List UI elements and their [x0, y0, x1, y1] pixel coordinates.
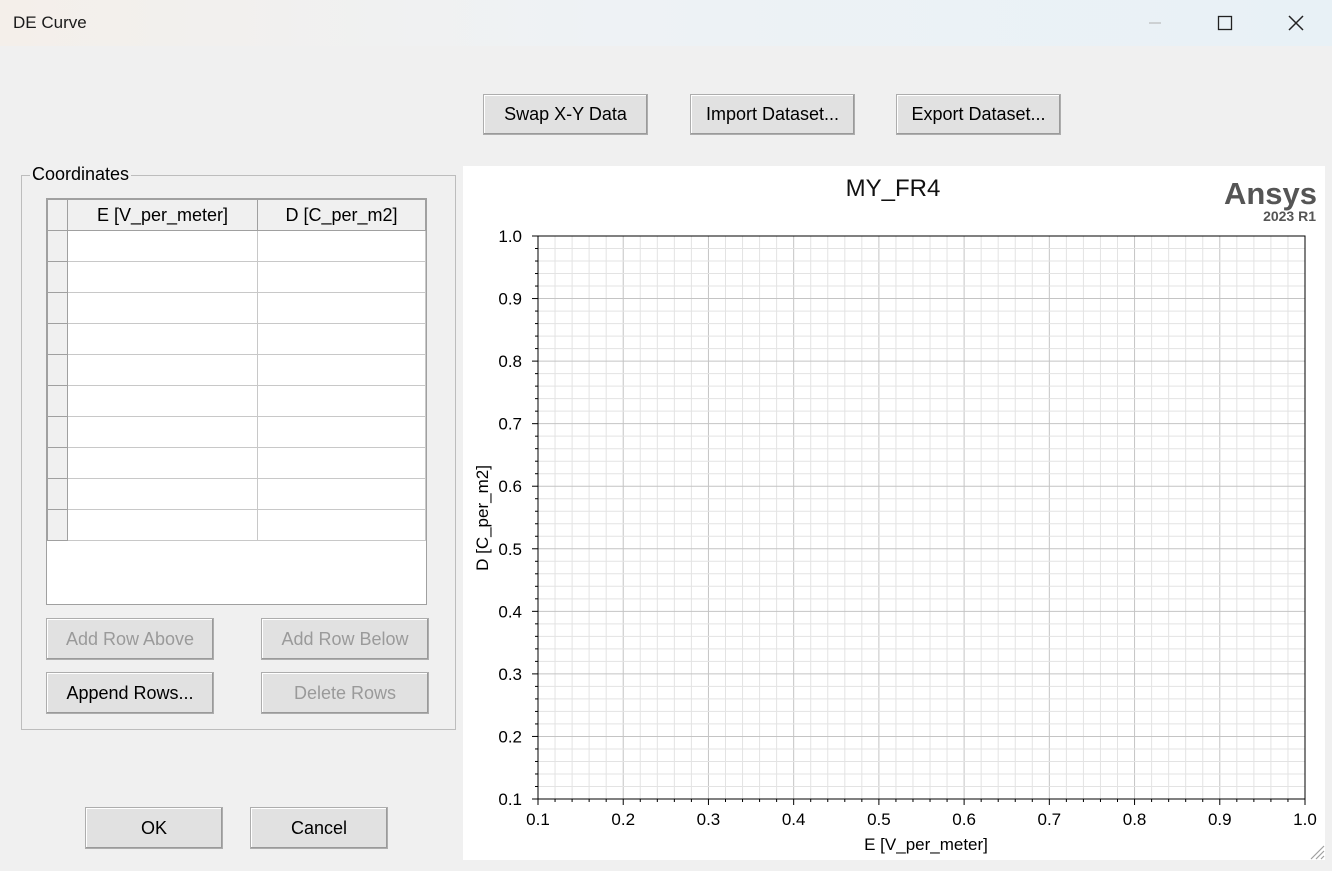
coordinates-grid[interactable]: E [V_per_meter] D [C_per_m2]	[46, 198, 427, 605]
coordinates-group-label: Coordinates	[30, 164, 132, 185]
cell-e[interactable]	[67, 416, 258, 448]
column-header-e[interactable]: E [V_per_meter]	[67, 199, 258, 231]
cell-d[interactable]	[257, 323, 426, 355]
cell-d[interactable]	[257, 509, 426, 541]
x-tick-label: 0.5	[867, 810, 891, 829]
y-axis-label: D [C_per_m2]	[473, 465, 492, 571]
add-row-above-button[interactable]: Add Row Above	[46, 618, 214, 660]
row-header[interactable]	[47, 478, 68, 510]
row-header[interactable]	[47, 385, 68, 417]
ansys-logo: Ansys	[1224, 176, 1317, 211]
y-tick-label: 0.5	[498, 540, 522, 559]
minimize-icon[interactable]	[1120, 0, 1190, 46]
x-tick-label: 0.2	[611, 810, 635, 829]
cell-e[interactable]	[67, 478, 258, 510]
x-tick-label: 0.3	[697, 810, 721, 829]
cell-e[interactable]	[67, 447, 258, 479]
cell-d[interactable]	[257, 478, 426, 510]
column-header-d[interactable]: D [C_per_m2]	[257, 199, 426, 231]
row-header[interactable]	[47, 230, 68, 262]
maximize-icon[interactable]	[1190, 0, 1260, 46]
cell-d[interactable]	[257, 292, 426, 324]
table-row[interactable]	[47, 354, 426, 386]
append-rows-button[interactable]: Append Rows...	[46, 672, 214, 714]
x-tick-label: 0.9	[1208, 810, 1232, 829]
coordinates-table: E [V_per_meter] D [C_per_m2]	[47, 199, 426, 541]
table-row[interactable]	[47, 416, 426, 448]
x-tick-label: 0.1	[526, 810, 550, 829]
cell-e[interactable]	[67, 509, 258, 541]
title-bar: DE Curve	[0, 0, 1332, 46]
plot-frame	[537, 235, 1306, 800]
row-header[interactable]	[47, 354, 68, 386]
table-row[interactable]	[47, 447, 426, 479]
add-row-below-button[interactable]: Add Row Below	[261, 618, 429, 660]
y-tick-label: 0.3	[498, 665, 522, 684]
table-row[interactable]	[47, 385, 426, 417]
cell-d[interactable]	[257, 416, 426, 448]
table-row[interactable]	[47, 509, 426, 541]
cell-e[interactable]	[67, 385, 258, 417]
row-header[interactable]	[47, 416, 68, 448]
y-tick-label: 0.6	[498, 477, 522, 496]
chart-title: MY_FR4	[846, 175, 941, 202]
cell-e[interactable]	[67, 261, 258, 293]
cell-e[interactable]	[67, 292, 258, 324]
row-header[interactable]	[47, 292, 68, 324]
cell-e[interactable]	[67, 323, 258, 355]
y-tick-label: 0.7	[498, 415, 522, 434]
x-tick-label: 0.6	[952, 810, 976, 829]
table-row[interactable]	[47, 230, 426, 262]
y-tick-label: 0.1	[498, 790, 522, 809]
cancel-button[interactable]: Cancel	[250, 807, 388, 849]
cell-d[interactable]	[257, 230, 426, 262]
row-header[interactable]	[47, 323, 68, 355]
close-icon[interactable]	[1261, 0, 1331, 46]
cell-d[interactable]	[257, 385, 426, 417]
cell-d[interactable]	[257, 261, 426, 293]
table-row[interactable]	[47, 261, 426, 293]
y-tick-label: 0.2	[498, 727, 522, 746]
cell-d[interactable]	[257, 447, 426, 479]
x-axis-label: E [V_per_meter]	[864, 835, 988, 854]
x-tick-label: 0.8	[1123, 810, 1147, 829]
cell-e[interactable]	[67, 354, 258, 386]
y-tick-label: 1.0	[498, 227, 522, 246]
ok-button[interactable]: OK	[85, 807, 223, 849]
chart-svg: MY_FR4 Ansys 2023 R1 E [V_per_meter] D […	[473, 175, 1317, 854]
export-dataset-button[interactable]: Export Dataset...	[896, 94, 1061, 135]
y-tick-label: 0.4	[498, 602, 522, 621]
plot-panel: MY_FR4 Ansys 2023 R1 E [V_per_meter] D […	[463, 166, 1325, 860]
y-tick-label: 0.9	[498, 290, 522, 309]
import-dataset-button[interactable]: Import Dataset...	[690, 94, 855, 135]
y-tick-label: 0.8	[498, 352, 522, 371]
x-tick-label: 0.7	[1038, 810, 1062, 829]
row-header[interactable]	[47, 509, 68, 541]
swap-xy-button[interactable]: Swap X-Y Data	[483, 94, 648, 135]
cell-d[interactable]	[257, 354, 426, 386]
resize-grip-icon[interactable]	[1305, 840, 1325, 860]
row-header[interactable]	[47, 447, 68, 479]
row-header[interactable]	[47, 261, 68, 293]
table-row[interactable]	[47, 323, 426, 355]
corner-header[interactable]	[47, 199, 68, 231]
x-tick-label: 1.0	[1293, 810, 1317, 829]
x-tick-label: 0.4	[782, 810, 806, 829]
table-row[interactable]	[47, 292, 426, 324]
delete-rows-button[interactable]: Delete Rows	[261, 672, 429, 714]
cell-e[interactable]	[67, 230, 258, 262]
ansys-version: 2023 R1	[1263, 208, 1316, 224]
window-title: DE Curve	[13, 13, 87, 32]
table-row[interactable]	[47, 478, 426, 510]
